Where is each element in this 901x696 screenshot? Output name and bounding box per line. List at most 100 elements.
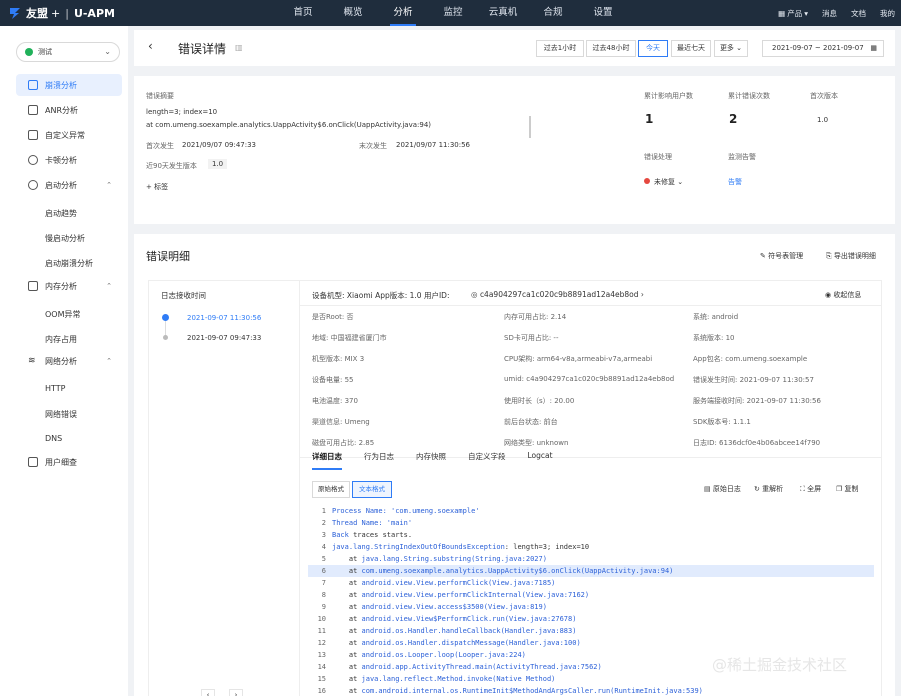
code-link[interactable]: java.lang.StringIndexOutOfBoundsExceptio… [332,543,505,551]
code-link[interactable]: android.app.ActivityThread.main(Activity… [362,663,602,671]
code-link[interactable]: android.os.Handler.handleCallback(Handle… [362,627,577,635]
time-today-button[interactable]: 今天 [638,40,668,57]
sidebar-subitem-startup-crash[interactable]: 启动崩溃分析 [45,258,93,269]
sidebar-subitem-startup-trend[interactable]: 启动趋势 [45,208,77,219]
time-past-48h-button[interactable]: 过去48小时 [586,40,636,57]
date-range-picker[interactable]: 2021-09-07 ~ 2021-09-07 ▦ [762,40,884,57]
code-line: 5 at java.lang.String.substring(String.j… [308,553,874,565]
code-link[interactable]: android.os.Handler.dispatchMessage(Handl… [362,639,581,647]
summary-label: 错误摘要 [146,92,174,100]
raw-format-button[interactable]: 原始格式 [312,481,350,498]
code-link[interactable]: com.umeng.soexample.analytics.UappActivi… [362,567,674,575]
raw-log-button[interactable]: ▤ 原始日志 [704,484,741,494]
chevron-down-icon: ⌄ [736,44,743,52]
sidebar-item-custom-exception[interactable]: 自定义异常 [16,124,122,146]
user-id-link[interactable]: ◎ c4a904297ca1c020c9b8891ad12a4eb8od › [471,290,644,299]
sidebar-item-user-lookup[interactable]: 用户细查 [16,451,122,473]
code-link[interactable]: Thread Name: 'main' [332,519,412,527]
brand-logo[interactable]: 友盟 + | U-APM [0,5,160,21]
info-umid: umid: c4a904297ca1c020c9b8891ad12a4eb8od [504,375,675,383]
nav-analysis[interactable]: 分析 [378,0,428,26]
line-number: 3 [321,531,326,539]
chevron-down-icon: ⌄ [104,47,111,56]
line-number: 10 [317,615,326,623]
sidebar-item-crash[interactable]: 崩溃分析 [16,74,122,96]
prev-page-button[interactable]: ‹ [201,689,215,696]
code-link[interactable]: Back [332,531,349,539]
account-menu[interactable]: 我的 [880,8,895,19]
code-link[interactable]: java.lang.reflect.Method.invoke(Native M… [362,675,556,683]
collapse-info-button[interactable]: ◉ 收起信息 [825,290,861,300]
log-time-item-active[interactable]: 2021-09-07 11:30:56 [187,314,261,322]
export-button[interactable]: ⎘ 导出错误明细 [826,251,876,261]
log-time-item[interactable]: 2021-09-07 09:47:33 [187,334,261,342]
code-line: 11 at android.os.Handler.handleCallback(… [308,625,874,637]
products-menu[interactable]: ▦ 产品 ▾ [778,8,808,19]
sidebar-subitem-http[interactable]: HTTP [45,384,65,393]
sidebar-subitem-memory-usage[interactable]: 内存占用 [45,334,77,345]
line-number: 7 [321,579,326,587]
docs-link[interactable]: 文档 [851,8,866,19]
time-past-1h-button[interactable]: 过去1小时 [536,40,584,57]
chevron-up-icon: ⌃ [106,357,112,365]
fullscreen-button[interactable]: ⛶ 全屏 [800,484,821,494]
nav-compliance[interactable]: 合规 [528,0,578,26]
nav-cloud-device[interactable]: 云真机 [478,0,528,26]
tab-logcat[interactable]: Logcat [528,451,553,470]
sidebar-item-lag[interactable]: 卡顿分析 [16,149,122,171]
code-link[interactable]: android.view.View.access$3500(View.java:… [362,603,547,611]
first-version-value: 1.0 [817,116,829,124]
sidebar-item-memory[interactable]: 内存分析 ⌃ [16,275,122,297]
next-page-button[interactable]: › [229,689,243,696]
summary-scrollbar[interactable] [529,116,531,138]
sidebar-subitem-slow-startup[interactable]: 慢启动分析 [45,233,85,244]
code-link[interactable]: android.os.Looper.loop(Looper.java:224) [362,651,526,659]
tab-memory-snapshot[interactable]: 内存快照 [416,451,446,470]
code-link[interactable]: java.lang.String.substring(String.java:2… [362,555,547,563]
code-link[interactable]: android.view.View.performClickInternal(V… [362,591,590,599]
watermark: @稀土掘金技术社区 [712,656,848,674]
first-version-label: 首次版本 [810,92,838,100]
nav-monitor[interactable]: 监控 [428,0,478,26]
code-link[interactable]: Process Name: 'com.umeng.soexample' [332,507,480,515]
alert-link[interactable]: 告警 [728,177,742,187]
sidebar-item-startup[interactable]: 启动分析 ⌃ [16,174,122,196]
symbol-table-button[interactable]: ✎ 符号表管理 [760,251,803,261]
code-line: 12 at android.os.Handler.dispatchMessage… [308,637,874,649]
code-prefix: at [332,579,362,587]
add-tag-button[interactable]: + 标签 [146,180,186,197]
fullscreen-icon: ⛶ [800,485,805,493]
time-last-7-days-button[interactable]: 最近七天 [671,40,711,57]
sidebar-item-network[interactable]: ≋ 网络分析 ⌃ [16,350,122,372]
app-selector[interactable]: 测试 ⌄ [16,42,120,62]
time-more-button[interactable]: 更多 ⌄ [714,40,748,57]
nav-overview[interactable]: 概览 [328,0,378,26]
line-number: 13 [317,651,326,659]
refresh-icon: ↻ [754,485,760,493]
sidebar-subitem-oom[interactable]: OOM异常 [45,309,81,320]
tab-behavior-log[interactable]: 行为日志 [364,451,394,470]
code-line: 16 at com.android.internal.os.RuntimeIni… [308,685,874,696]
code-link[interactable]: com.android.internal.os.RuntimeInit$Meth… [362,687,703,695]
messages-link[interactable]: 消息 [822,8,837,19]
sidebar-subitem-network-error[interactable]: 网络错误 [45,409,77,420]
error-handling-dropdown[interactable]: 未修复 ⌄ [644,177,683,187]
code-prefix: at [332,555,362,563]
back-arrow-icon[interactable]: ‹ [148,39,153,53]
info-system: 系统: android [693,313,739,321]
copy-button[interactable]: ❐ 复制 [836,484,859,494]
nav-settings[interactable]: 设置 [578,0,628,26]
code-prefix: at [332,675,362,683]
sidebar-item-anr[interactable]: ANR分析 [16,99,122,121]
tab-detailed-log[interactable]: 详细日志 [312,451,342,470]
nav-home[interactable]: 首页 [278,0,328,26]
code-link[interactable]: android.view.View.performClick(View.java… [362,579,556,587]
reparse-button[interactable]: ↻ 重解析 [754,484,783,494]
text-format-button[interactable]: 文本格式 [352,481,392,498]
sidebar-subitem-dns[interactable]: DNS [45,434,62,443]
tab-custom-fields[interactable]: 自定义字段 [468,451,506,470]
affected-users-label: 累计影响用户数 [644,92,693,100]
code-link[interactable]: android.view.View$PerformClick.run(View.… [362,615,577,623]
info-usage-duration: 使用时长（s）: 20.00 [504,397,575,405]
chevron-down-icon: ⌄ [677,178,684,186]
